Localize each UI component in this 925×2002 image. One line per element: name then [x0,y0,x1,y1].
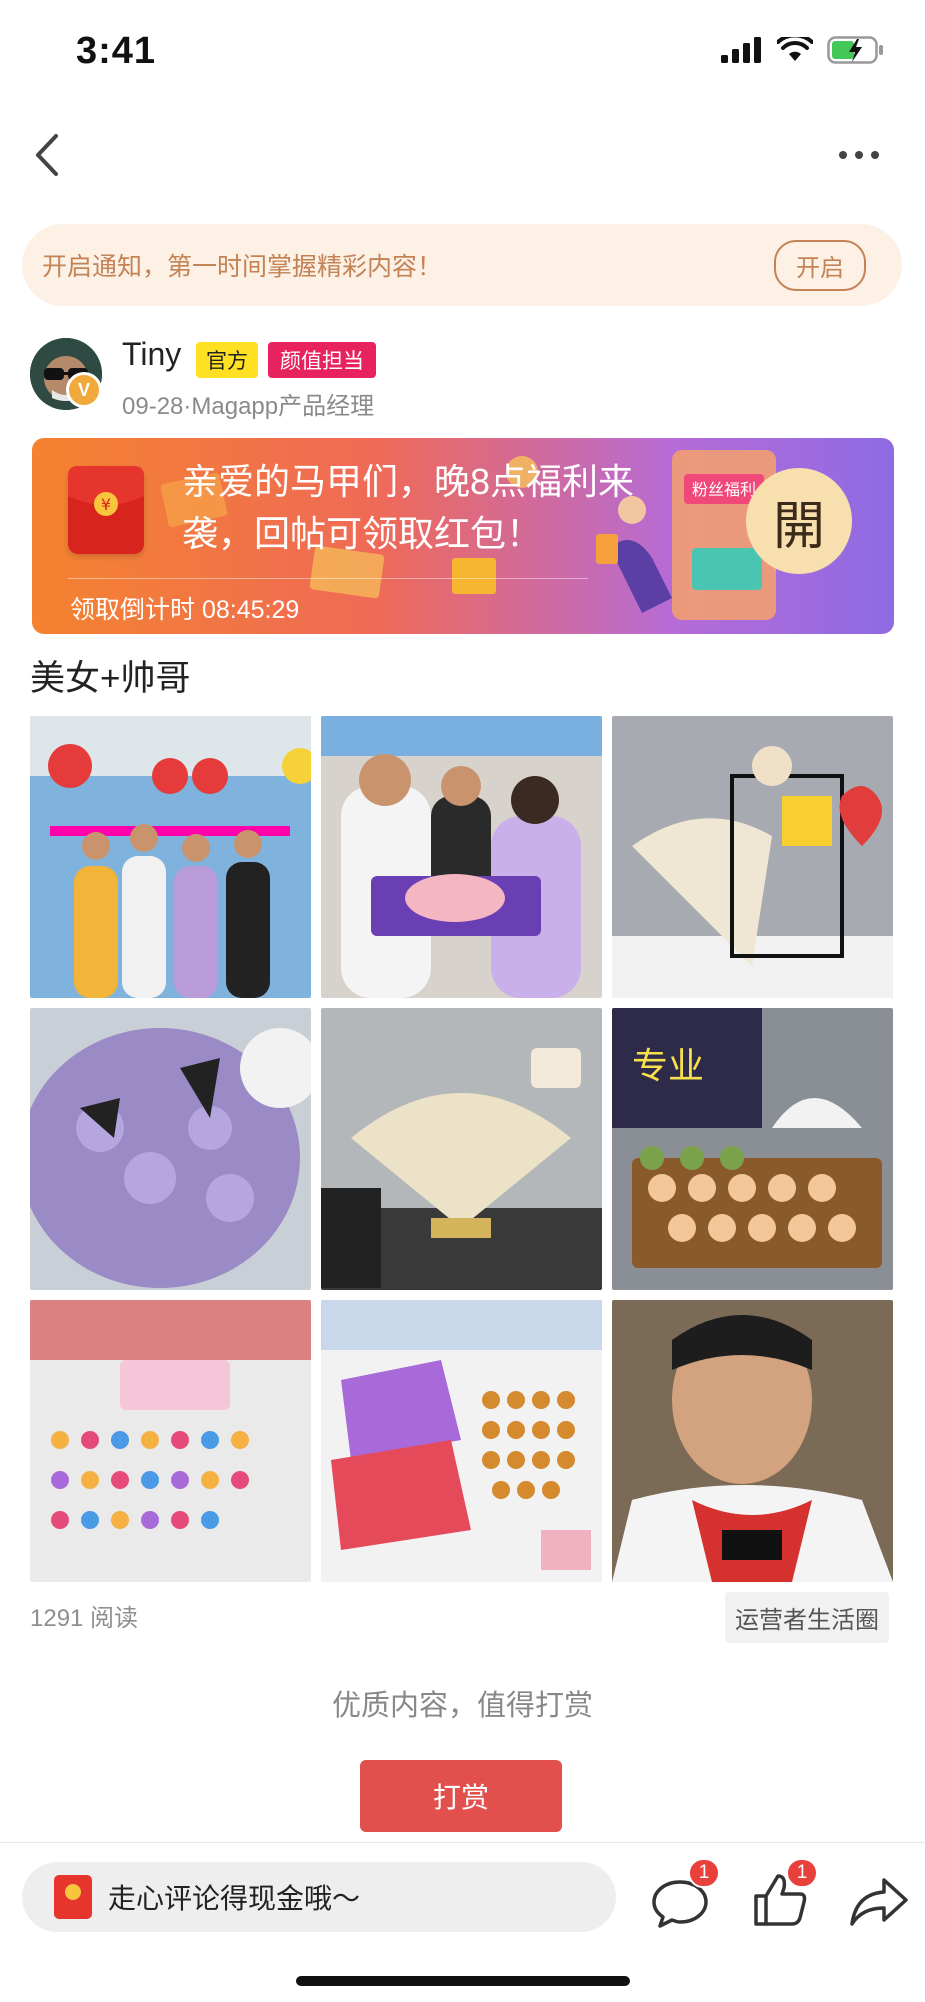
reward-button[interactable]: 打赏 [360,1760,562,1832]
photo-cupcakes[interactable] [30,1300,311,1582]
comment-input[interactable]: 走心评论得现金哦～ [22,1862,616,1932]
photo-cake-cutting[interactable] [321,716,602,998]
back-icon[interactable] [28,130,68,180]
official-tag: 官方 [196,342,258,378]
author-name[interactable]: Tiny [122,336,181,373]
status-icons [721,36,885,64]
svg-text:专业: 专业 [632,1046,704,1087]
banner-text: 亲爱的马甲们，晚8点福利来袭，回帖可领取红包！ [182,461,635,554]
photo-cake-rolls[interactable]: 专业 [612,1008,893,1290]
battery-icon [827,36,883,64]
comment-placeholder: 走心评论得现金哦～ [108,1883,361,1914]
bottom-divider [0,1842,925,1843]
red-packet-icon [54,1875,92,1919]
photo-folding-fan[interactable] [321,1008,602,1290]
photo-taro-cake[interactable] [30,1008,311,1290]
verified-badge-icon: V [66,372,102,408]
photo-fan-decoration[interactable] [612,716,893,998]
wifi-icon [777,37,813,61]
status-time: 3:41 [76,30,157,72]
circle-tag[interactable]: 运营者生活圈 [725,1592,889,1643]
read-count: 1291 阅读 [30,1605,139,1632]
role-tag: 颜值担当 [268,342,376,378]
photo-birthday-group[interactable] [30,716,311,998]
notification-prompt: 开启通知，第一时间掌握精彩内容！ 开启 [22,224,902,306]
open-red-packet-button[interactable]: 開 [746,468,852,574]
home-indicator [296,1976,630,1986]
red-packet-icon: ¥ [68,466,144,554]
like-count-badge: 1 [786,1858,818,1888]
post-title: 美女+帅哥 [30,659,191,698]
signal-icon [721,37,761,63]
more-icon[interactable] [837,148,881,162]
reward-hint: 优质内容，值得打赏 [331,1690,593,1722]
photo-grid: 专业 [30,716,893,1582]
svg-text:¥: ¥ [101,495,111,514]
banner-divider [68,578,588,579]
share-icon[interactable] [846,1870,910,1934]
photo-smiling-man[interactable] [612,1300,893,1582]
comment-count-badge: 1 [688,1858,720,1888]
photo-snacks-table[interactable] [321,1300,602,1582]
post-meta: 09-28·Magapp产品经理 [122,393,375,420]
countdown-text: 领取倒计时 08:45:29 [70,596,300,624]
enable-notification-button[interactable]: 开启 [774,239,866,291]
notification-text: 开启通知，第一时间掌握精彩内容！ [42,253,443,281]
